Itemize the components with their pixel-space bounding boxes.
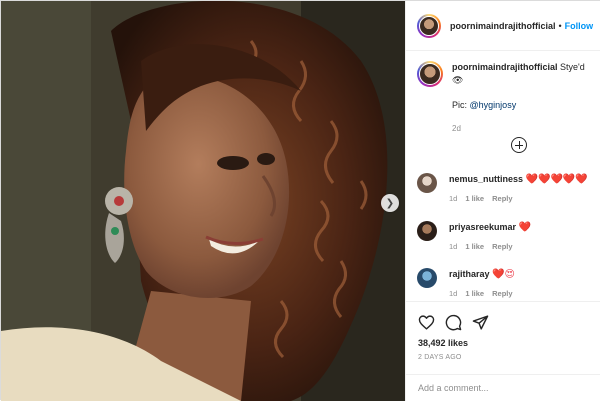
share-button[interactable] (472, 314, 489, 331)
comment-likes[interactable]: 1 like (465, 242, 484, 251)
list-item: priyasreekumar ❤️ 1d 1 like Reply (417, 221, 597, 251)
comment-text: ❤️❤️❤️❤️❤️ (525, 174, 588, 185)
mention-link[interactable]: @hyginjosy (470, 100, 517, 110)
add-comment-bar (406, 374, 600, 401)
next-photo-button[interactable]: ❯ (381, 194, 399, 212)
list-item: rajitharay ❤️😍 1d 1 like Reply (417, 268, 597, 298)
portrait-image (1, 1, 405, 401)
avatar[interactable] (417, 268, 437, 288)
comment-username[interactable]: nemus_nuttiness (449, 174, 523, 184)
likes-count[interactable]: 38,492 likes (418, 338, 468, 348)
list-item: nemus_nuttiness ❤️❤️❤️❤️❤️ 1d 1 like Rep… (417, 173, 597, 203)
comment-button[interactable] (445, 314, 462, 331)
comment-text: ❤️ (518, 222, 532, 233)
post-timestamp[interactable]: 2 DAYS AGO (418, 354, 462, 361)
heart-icon (418, 315, 435, 330)
post-header: poornimaindrajithofficial • Follow (406, 1, 600, 51)
caption: poornimaindrajithofficial Stye'd 👁 Pic: … (417, 61, 597, 135)
caption-timestamp[interactable]: 2d (452, 122, 597, 135)
separator-dot: • (558, 20, 562, 31)
caption-pic-prefix: Pic: (452, 100, 468, 110)
comment-time[interactable]: 1d (449, 242, 457, 251)
caption-emoji: 👁 (452, 75, 464, 85)
reply-button[interactable]: Reply (492, 242, 512, 251)
reply-button[interactable]: Reply (492, 194, 512, 203)
like-button[interactable] (418, 314, 435, 331)
chevron-right-icon: ❯ (385, 197, 395, 209)
header-username[interactable]: poornimaindrajithofficial (450, 21, 556, 31)
post-sidebar: poornimaindrajithofficial • Follow poorn… (405, 1, 600, 401)
comment-text: ❤️😍 (492, 269, 515, 280)
reply-button[interactable]: Reply (492, 289, 512, 298)
comment-likes[interactable]: 1 like (465, 194, 484, 203)
post-actions: 38,492 likes 2 DAYS AGO (406, 301, 600, 381)
comment-likes[interactable]: 1 like (465, 289, 484, 298)
avatar[interactable] (417, 173, 437, 193)
comment-time[interactable]: 1d (449, 289, 457, 298)
avatar[interactable] (417, 221, 437, 241)
caption-text: Stye'd (560, 62, 585, 72)
instagram-post-modal: ❯ poornimaindrajithofficial • Follow poo… (0, 0, 600, 401)
caption-avatar[interactable] (417, 61, 443, 87)
comment-time[interactable]: 1d (449, 194, 457, 203)
caption-username[interactable]: poornimaindrajithofficial (452, 62, 558, 72)
comment-username[interactable]: priyasreekumar (449, 222, 516, 232)
load-more-comments-button[interactable] (511, 137, 527, 153)
comment-username[interactable]: rajitharay (449, 269, 490, 279)
paper-plane-icon (472, 315, 489, 330)
comment-input[interactable] (418, 383, 588, 393)
comment-icon (445, 314, 462, 331)
post-photo: ❯ (1, 1, 405, 401)
avatar[interactable] (417, 13, 441, 38)
follow-button[interactable]: Follow (565, 21, 594, 31)
